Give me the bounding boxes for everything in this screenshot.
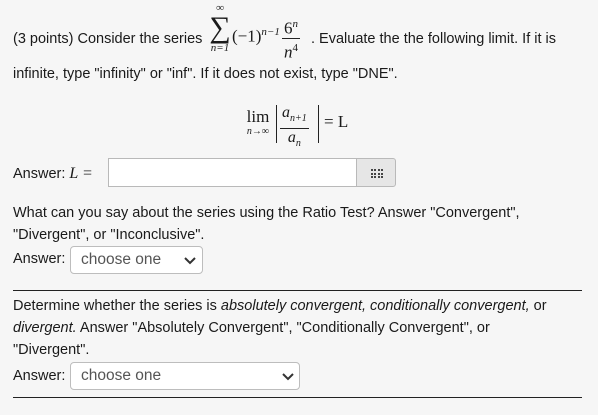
sign-exponent: n−1 bbox=[261, 26, 280, 38]
answer-variable: L = bbox=[69, 165, 93, 182]
ratio-numerator: an+1 bbox=[280, 104, 309, 130]
answer-label: Answer: bbox=[13, 251, 66, 267]
answer-label: Answer: L = bbox=[13, 165, 93, 182]
prompt-prefix: (3 points) Consider the series bbox=[13, 31, 203, 47]
answer-label: Answer: bbox=[13, 368, 66, 384]
series-term-fraction: 6n n4 bbox=[282, 15, 300, 61]
limit-subscript: n→∞ bbox=[246, 126, 270, 137]
abs-bar-left bbox=[276, 105, 277, 143]
summation: ∞ ∑ n=1 bbox=[205, 2, 235, 54]
keypad-icon bbox=[371, 169, 383, 178]
chevron-down-icon bbox=[184, 257, 196, 265]
ratio-denominator: an bbox=[287, 129, 301, 150]
fraction-denominator: n4 bbox=[284, 41, 298, 62]
convergence-prompt-line1: Determine whether the series is absolute… bbox=[13, 298, 547, 314]
limit-operator: lim n→∞ bbox=[243, 108, 273, 138]
section-divider bbox=[13, 290, 582, 291]
sigma-icon: ∑ bbox=[209, 11, 231, 44]
alternating-sign: (−1)n−1 bbox=[232, 26, 280, 47]
limit-answer-input[interactable] bbox=[108, 158, 356, 187]
prompt-suffix: . Evaluate the the following limit. If i… bbox=[311, 31, 556, 47]
limit-equals-L: = L bbox=[324, 112, 349, 131]
select-value: choose one bbox=[81, 251, 162, 268]
convergence-prompt-line2: divergent. Answer "Absolutely Convergent… bbox=[13, 320, 490, 336]
chevron-down-icon bbox=[282, 373, 294, 381]
math-keypad-button[interactable] bbox=[356, 158, 396, 187]
section-divider bbox=[13, 397, 582, 398]
ratio-fraction: an+1 an bbox=[280, 104, 309, 153]
convergence-prompt-line3: "Divergent". bbox=[13, 342, 90, 358]
ratio-test-prompt-line2: "Divergent", or "Inconclusive". bbox=[13, 227, 205, 243]
ratio-test-select[interactable]: choose one bbox=[70, 246, 203, 274]
sign-base: (−1) bbox=[232, 26, 262, 46]
abs-bar-right bbox=[318, 105, 319, 143]
fraction-numerator: 6n bbox=[282, 15, 300, 39]
select-value: choose one bbox=[81, 367, 162, 384]
convergence-select[interactable]: choose one bbox=[70, 362, 300, 390]
ratio-test-prompt-line1: What can you say about the series using … bbox=[13, 205, 520, 221]
prompt-line2: infinite, type "infinity" or "inf". If i… bbox=[13, 66, 398, 82]
